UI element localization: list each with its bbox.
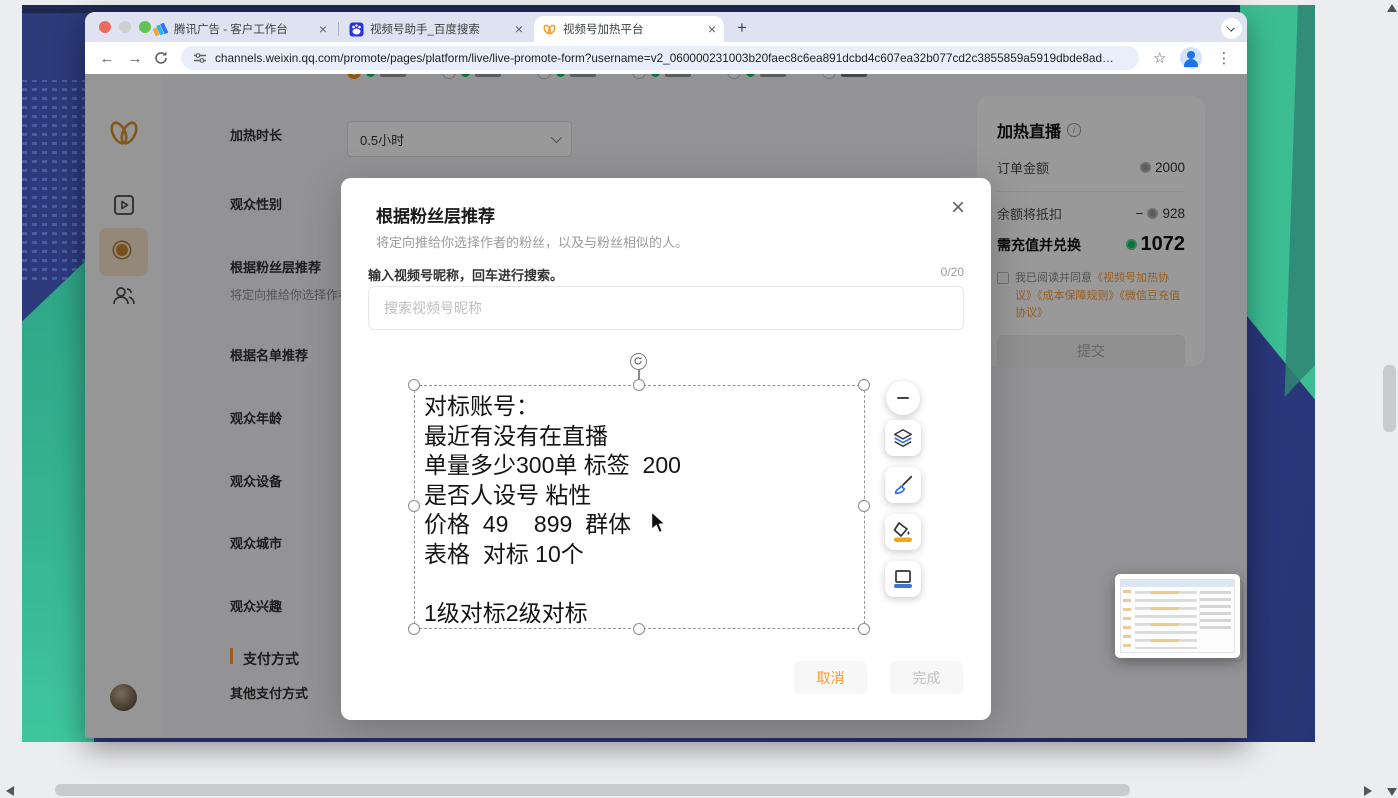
scroll-up-icon[interactable] (1387, 4, 1397, 12)
thumbnail-header (1121, 580, 1234, 587)
tab-close-icon[interactable]: × (708, 22, 716, 36)
mouse-cursor-icon (648, 512, 668, 534)
bookmark-star-icon[interactable]: ☆ (1153, 49, 1166, 67)
tab-close-icon[interactable]: × (515, 22, 523, 36)
modal-title: 根据粉丝层推荐 (376, 202, 495, 227)
baidu-favicon-icon (349, 22, 364, 37)
tab-baidu-search[interactable]: 视频号助手_百度搜索 × (341, 16, 531, 42)
screenshot-preview-thumbnail[interactable] (1115, 574, 1240, 658)
thumbnail-content (1120, 579, 1235, 653)
horizontal-scrollbar-thumb[interactable] (55, 784, 1130, 796)
resize-handle-w[interactable] (408, 500, 420, 512)
menu-kebab-icon[interactable]: ⋮ (1216, 49, 1231, 67)
fill-bucket-icon (891, 520, 915, 544)
modal-subtitle: 将定向推给你选择作者的粉丝，以及与粉丝相似的人。 (376, 232, 688, 251)
fill-tool-button[interactable] (885, 514, 921, 550)
device-frame-tool-button[interactable] (885, 561, 921, 597)
brush-icon (892, 474, 914, 496)
scroll-left-icon[interactable] (6, 786, 14, 796)
channels-favicon-icon (542, 22, 557, 37)
resize-handle-n[interactable] (633, 379, 645, 391)
back-icon[interactable]: ← (93, 50, 121, 67)
site-info-icon[interactable] (193, 51, 207, 65)
profile-icon[interactable] (1180, 47, 1202, 69)
resize-handle-nw[interactable] (408, 379, 420, 391)
resize-handle-sw[interactable] (408, 623, 420, 635)
tencent-ads-favicon-icon (153, 22, 168, 37)
forward-icon[interactable]: → (121, 50, 149, 67)
close-window-icon[interactable] (99, 21, 111, 33)
tab-tencent-ads[interactable]: 腾讯广告 - 客户工作台 × (145, 16, 335, 42)
address-bar[interactable]: channels.weixin.qq.com/promote/pages/pla… (181, 46, 1139, 70)
close-icon[interactable]: × (951, 196, 965, 220)
laptop-icon (891, 567, 915, 591)
collapse-toolbar-button[interactable] (886, 381, 920, 415)
wallpaper-teal-left (22, 253, 94, 742)
thumbnail-sidebar (1123, 590, 1131, 650)
rotate-handle-icon[interactable] (630, 353, 647, 370)
url-text: channels.weixin.qq.com/promote/pages/pla… (215, 51, 1114, 65)
layers-icon (892, 427, 914, 449)
vertical-scrollbar-thumb[interactable] (1383, 365, 1396, 432)
new-tab-icon[interactable]: + (731, 18, 753, 40)
char-counter: 0/20 (941, 265, 964, 279)
layers-tool-button[interactable] (885, 420, 921, 456)
tab-separator (338, 22, 339, 36)
tab-title: 视频号加热平台 (563, 21, 702, 37)
brush-tool-button[interactable] (885, 467, 921, 503)
tab-strip: 腾讯广告 - 客户工作台 × 视频号助手_百度搜索 × 视频号加热平台 × + (85, 12, 1247, 42)
resize-handle-ne[interactable] (858, 379, 870, 391)
tab-close-icon[interactable]: × (319, 22, 327, 36)
wallpaper-dot-pattern (22, 80, 92, 280)
scroll-right-icon[interactable] (1364, 786, 1372, 796)
thumbnail-right-panel (1199, 591, 1231, 629)
annotation-text[interactable]: 对标账号： 最近有没有在直播 单量多少300单 标签 200 是否人设号 粘性 … (424, 392, 681, 628)
cancel-button[interactable]: 取消 (794, 661, 867, 694)
resize-handle-se[interactable] (858, 623, 870, 635)
tab-title: 视频号助手_百度搜索 (370, 21, 509, 37)
browser-toolbar: ← → channels.weixin.qq.com/promote/pages… (85, 42, 1247, 74)
tab-search-icon[interactable] (1221, 18, 1242, 39)
reload-icon[interactable] (153, 50, 169, 66)
traffic-lights (99, 21, 151, 33)
scroll-down-icon[interactable] (1387, 788, 1397, 796)
nickname-search-input[interactable] (368, 286, 964, 330)
done-button[interactable]: 完成 (890, 661, 963, 694)
minimize-window-icon[interactable] (119, 21, 131, 33)
tab-title: 腾讯广告 - 客户工作台 (174, 21, 313, 37)
thumbnail-rows-accent (1151, 591, 1179, 649)
resize-handle-e[interactable] (858, 500, 870, 512)
tab-channels-platform[interactable]: 视频号加热平台 × (534, 16, 724, 42)
browser-window: 腾讯广告 - 客户工作台 × 视频号助手_百度搜索 × 视频号加热平台 × + … (85, 12, 1247, 738)
minus-icon (896, 391, 910, 405)
search-instruction-label: 输入视频号昵称，回车进行搜索。 (368, 265, 563, 284)
